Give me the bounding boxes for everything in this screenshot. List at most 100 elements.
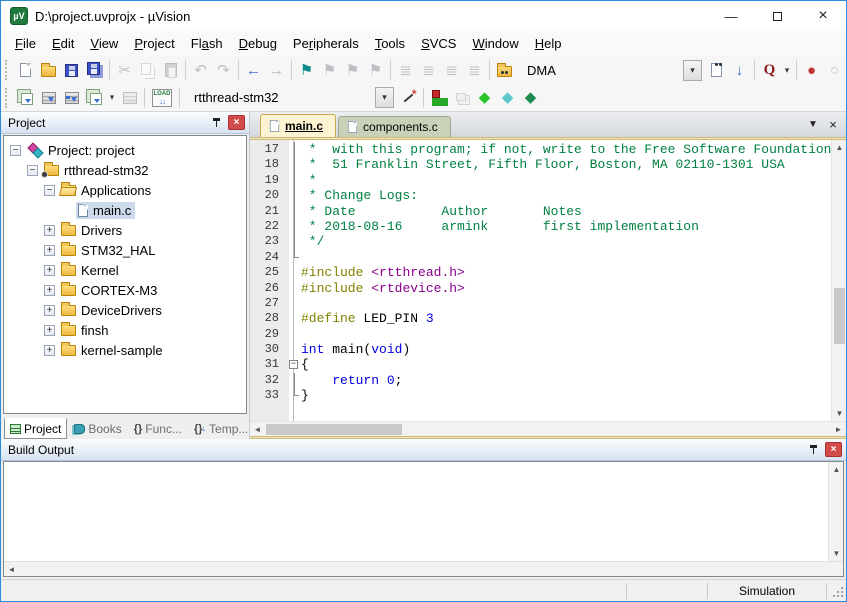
- batch-build-icon[interactable]: [83, 86, 106, 110]
- tree-item-rtthread-stm32-label-wrap[interactable]: rtthread-stm32: [42, 162, 153, 179]
- translate-icon[interactable]: [14, 86, 37, 110]
- menu-debug[interactable]: Debug: [231, 33, 285, 54]
- close-document-button[interactable]: ×: [824, 116, 842, 134]
- insert-breakpoint-icon[interactable]: ●: [800, 58, 823, 82]
- tree-item-finsh[interactable]: +finsh: [4, 320, 246, 340]
- tree-item-kernel-label-wrap[interactable]: Kernel: [59, 262, 123, 279]
- redo-icon[interactable]: ↷: [212, 58, 235, 82]
- search-combobox[interactable]: DMA▾: [519, 60, 702, 81]
- expander-plus-icon[interactable]: +: [44, 265, 55, 276]
- build-scroll-left-icon[interactable]: ◄: [4, 562, 19, 577]
- build-scroll-up-icon[interactable]: ▲: [829, 462, 844, 477]
- tree-item-devicedrivers-label-wrap[interactable]: DeviceDrivers: [59, 302, 166, 319]
- tree-item-drivers[interactable]: + Drivers: [4, 220, 246, 240]
- build-icon[interactable]: [37, 86, 60, 110]
- expander-minus-icon[interactable]: −: [10, 145, 21, 156]
- tree-item-main-c[interactable]: main.c: [4, 200, 246, 220]
- outdent-icon[interactable]: ≣: [417, 58, 440, 82]
- tree-item-stm32-hal[interactable]: + STM32_HAL: [4, 240, 246, 260]
- expander-minus-icon[interactable]: −: [27, 165, 38, 176]
- tree-item-kernel[interactable]: + Kernel: [4, 260, 246, 280]
- menu-file[interactable]: File: [7, 33, 44, 54]
- tree-item-kernel-sample-label-wrap[interactable]: kernel-sample: [59, 342, 167, 359]
- grep-caret-icon[interactable]: ▾: [781, 58, 793, 82]
- panel-tab-project[interactable]: Project: [4, 418, 67, 439]
- manage-books-icon[interactable]: ◆: [519, 86, 542, 110]
- panel-tab-functions[interactable]: {}Func...: [129, 418, 187, 439]
- navigate-forward-icon[interactable]: →: [265, 58, 288, 82]
- uncomment-selection-icon[interactable]: ≣: [463, 58, 486, 82]
- menu-help[interactable]: Help: [527, 33, 570, 54]
- editor-vscroll-thumb[interactable]: [834, 288, 845, 344]
- menu-project[interactable]: Project: [126, 33, 182, 54]
- cut-icon[interactable]: ✂: [113, 58, 136, 82]
- document-tab-components-c[interactable]: components.c: [338, 116, 451, 137]
- expander-plus-icon[interactable]: +: [44, 245, 55, 256]
- pin-icon[interactable]: [212, 117, 222, 128]
- tree-item-stm32-hal-label-wrap[interactable]: STM32_HAL: [59, 242, 159, 259]
- search-combobox-dropdown-icon[interactable]: ▾: [683, 60, 702, 81]
- document-tab-main-c[interactable]: main.c: [260, 114, 336, 137]
- incremental-find-icon[interactable]: ↓: [728, 58, 751, 82]
- tree-item-cortex-m3-label-wrap[interactable]: CORTEX-M3: [59, 282, 161, 299]
- build-output-vertical-scrollbar[interactable]: ▲ ▼: [828, 462, 843, 561]
- editor-hscroll-thumb[interactable]: [266, 424, 402, 435]
- tree-item-applications[interactable]: −Applications: [4, 180, 246, 200]
- build-output-horizontal-scrollbar[interactable]: ◄: [4, 561, 843, 576]
- tree-item-main-c-label-wrap[interactable]: main.c: [76, 202, 135, 219]
- indent-icon[interactable]: ≣: [394, 58, 417, 82]
- target-combobox[interactable]: rtthread-stm32▾: [186, 87, 394, 108]
- build-scroll-down-icon[interactable]: ▼: [829, 546, 844, 561]
- expander-plus-icon[interactable]: +: [44, 305, 55, 316]
- disable-breakpoint-icon[interactable]: ○: [823, 58, 846, 82]
- target-combobox-dropdown-icon[interactable]: ▾: [375, 87, 394, 108]
- fold-margin[interactable]: −: [285, 357, 301, 372]
- scroll-right-icon[interactable]: ►: [831, 422, 846, 437]
- menu-peripherals[interactable]: Peripherals: [285, 33, 367, 54]
- bookmark-next-icon[interactable]: ⚑: [341, 58, 364, 82]
- maximize-button[interactable]: [754, 1, 800, 31]
- navigate-back-icon[interactable]: ←: [242, 58, 265, 82]
- panel-tab-books[interactable]: Books: [69, 418, 126, 439]
- menu-tools[interactable]: Tools: [367, 33, 413, 54]
- menu-window[interactable]: Window: [464, 33, 526, 54]
- tree-item-cortex-m3[interactable]: + CORTEX-M3: [4, 280, 246, 300]
- tree-item-rtthread-stm32[interactable]: −rtthread-stm32: [4, 160, 246, 180]
- stop-build-icon[interactable]: [118, 86, 141, 110]
- open-file-icon[interactable]: [37, 58, 60, 82]
- copy-icon[interactable]: [136, 58, 159, 82]
- menu-edit[interactable]: Edit: [44, 33, 82, 54]
- find-text-icon[interactable]: [705, 58, 728, 82]
- expander-plus-icon[interactable]: +: [44, 325, 55, 336]
- bookmark-prev-icon[interactable]: ⚑: [318, 58, 341, 82]
- expander-plus-icon[interactable]: +: [44, 285, 55, 296]
- expander-plus-icon[interactable]: +: [44, 345, 55, 356]
- tree-item-drivers-label-wrap[interactable]: Drivers: [59, 222, 126, 239]
- find-in-files-icon[interactable]: [493, 58, 516, 82]
- undo-icon[interactable]: ↶: [189, 58, 212, 82]
- grep-icon[interactable]: Q: [758, 58, 781, 82]
- tree-item-applications-label-wrap[interactable]: Applications: [59, 182, 155, 199]
- expander-minus-icon[interactable]: −: [44, 185, 55, 196]
- expander-plus-icon[interactable]: +: [44, 225, 55, 236]
- project-panel-close-button[interactable]: ×: [228, 115, 245, 130]
- scroll-left-icon[interactable]: ◄: [250, 422, 265, 437]
- pack-installer-icon[interactable]: ◆: [473, 86, 496, 110]
- tree-item-devicedrivers[interactable]: + DeviceDrivers: [4, 300, 246, 320]
- comment-selection-icon[interactable]: ≣: [440, 58, 463, 82]
- new-file-icon[interactable]: [14, 58, 37, 82]
- options-for-target-icon[interactable]: [397, 86, 420, 110]
- paste-icon[interactable]: [159, 58, 182, 82]
- scroll-down-icon[interactable]: ▼: [832, 406, 846, 421]
- scroll-up-icon[interactable]: ▲: [832, 140, 846, 155]
- build-output-pin-icon[interactable]: [809, 444, 819, 455]
- editor-horizontal-scrollbar[interactable]: ◄ ►: [250, 421, 846, 436]
- menu-svcs[interactable]: SVCS: [413, 33, 464, 54]
- bookmark-clear-icon[interactable]: ⚑: [364, 58, 387, 82]
- batch-build-caret-icon[interactable]: ▾: [106, 86, 118, 110]
- menu-flash[interactable]: Flash: [183, 33, 231, 54]
- manage-project-items-icon[interactable]: [450, 86, 473, 110]
- tree-item-kernel-sample[interactable]: + kernel-sample: [4, 340, 246, 360]
- save-icon[interactable]: [60, 58, 83, 82]
- download-icon[interactable]: LOAD↓↓: [148, 86, 176, 110]
